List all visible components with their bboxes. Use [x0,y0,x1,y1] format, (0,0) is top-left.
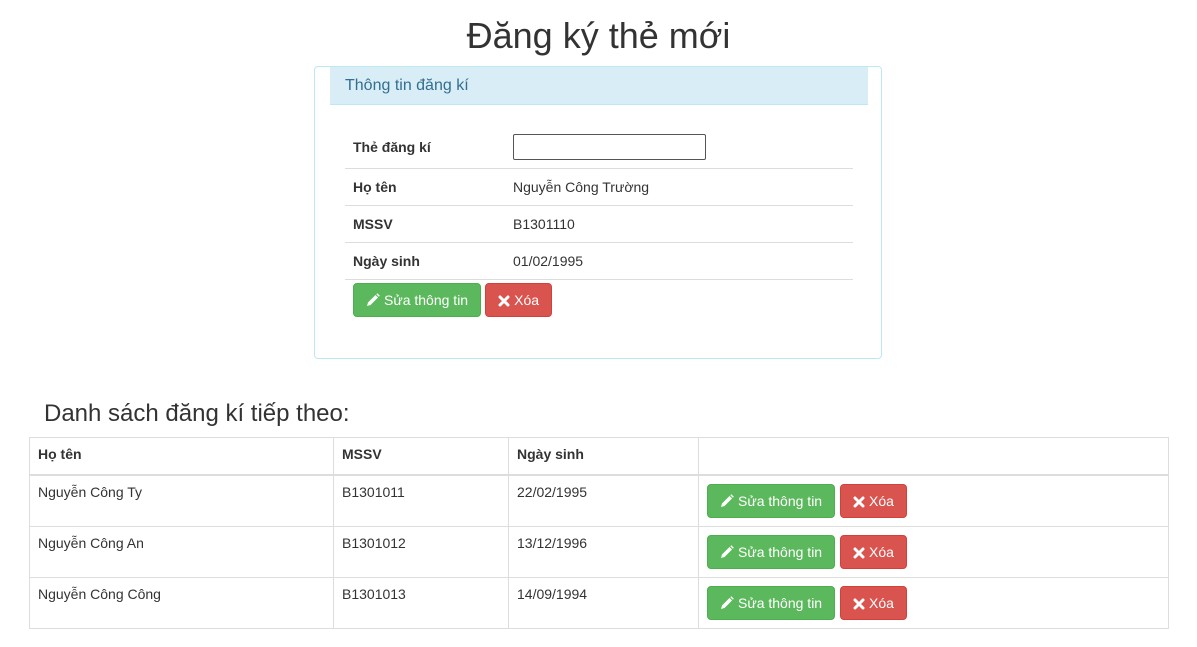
row-delete-button[interactable]: Xóa [840,535,907,569]
close-icon [853,598,865,610]
pencil-icon [721,545,734,558]
name-label: Họ tên [345,168,505,206]
dob-value: 01/02/1995 [505,242,853,280]
info-row-dob: Ngày sinh 01/02/1995 [345,242,853,280]
row-edit-button[interactable]: Sửa thông tin [707,535,836,569]
close-icon [853,496,865,508]
edit-info-button[interactable]: Sửa thông tin [353,283,482,317]
delete-label: Xóa [514,292,540,308]
row-mssv: B1301011 [333,474,509,527]
column-header-actions [698,437,1169,476]
table-header-row: Họ tên MSSV Ngày sinh [29,437,1169,476]
row-actions: Sửa thông tin Xóa [698,526,1169,578]
column-header-name: Họ tên [29,437,334,476]
edit-info-label: Sửa thông tin [384,292,469,308]
row-delete-button[interactable]: Xóa [840,484,907,518]
table-row: Nguyễn Công Công B1301013 14/09/1994 Sửa… [29,577,1169,629]
dob-label: Ngày sinh [345,242,505,280]
row-dob: 13/12/1996 [508,526,699,578]
row-mssv: B1301013 [333,577,509,629]
row-edit-button[interactable]: Sửa thông tin [707,586,836,620]
registration-list-table: Họ tên MSSV Ngày sinh Nguyễn Công Ty B13… [29,437,1169,629]
row-mssv: B1301012 [333,526,509,578]
registration-panel: Thông tin đăng kí Thẻ đăng kí Họ tên Ngu… [314,66,882,359]
mssv-label: MSSV [345,205,505,243]
row-edit-label: Sửa thông tin [738,544,823,560]
delete-button[interactable]: Xóa [485,283,553,317]
info-row-name: Họ tên Nguyễn Công Trường [345,168,853,206]
row-actions: Sửa thông tin Xóa [698,577,1169,629]
close-icon [498,295,510,307]
row-edit-label: Sửa thông tin [738,493,823,509]
row-delete-label: Xóa [869,493,894,509]
card-input[interactable] [513,133,706,160]
pencil-icon [367,293,380,306]
row-delete-label: Xóa [869,544,894,560]
close-icon [853,547,865,559]
table-row: Nguyễn Công Ty B1301011 22/02/1995 Sửa t… [29,474,1169,527]
row-name: Nguyễn Công Công [29,577,334,629]
mssv-value: B1301110 [505,205,853,243]
panel-heading: Thông tin đăng kí [330,67,868,105]
card-label: Thẻ đăng kí [345,119,505,169]
row-delete-label: Xóa [869,595,894,611]
row-actions: Sửa thông tin Xóa [698,474,1169,527]
page-title: Đăng ký thẻ mới [466,15,731,56]
row-name: Nguyễn Công Ty [29,474,334,527]
column-header-mssv: MSSV [333,437,509,476]
row-delete-button[interactable]: Xóa [840,586,907,620]
row-edit-button[interactable]: Sửa thông tin [707,484,836,518]
list-heading: Danh sách đăng kí tiếp theo: [44,400,350,427]
row-dob: 14/09/1994 [508,577,699,629]
table-row: Nguyễn Công An B1301012 13/12/1996 Sửa t… [29,526,1169,578]
pencil-icon [721,596,734,609]
panel-actions: Sửa thông tin Xóa [353,283,553,317]
info-row-mssv: MSSV B1301110 [345,205,853,243]
card-input-cell [505,119,853,169]
column-header-dob: Ngày sinh [508,437,699,476]
row-dob: 22/02/1995 [508,474,699,527]
name-value: Nguyễn Công Trường [505,168,853,206]
info-row-card: Thẻ đăng kí [345,119,853,169]
pencil-icon [721,494,734,507]
row-name: Nguyễn Công An [29,526,334,578]
row-edit-label: Sửa thông tin [738,595,823,611]
registration-info-table: Thẻ đăng kí Họ tên Nguyễn Công Trường MS… [345,119,853,280]
